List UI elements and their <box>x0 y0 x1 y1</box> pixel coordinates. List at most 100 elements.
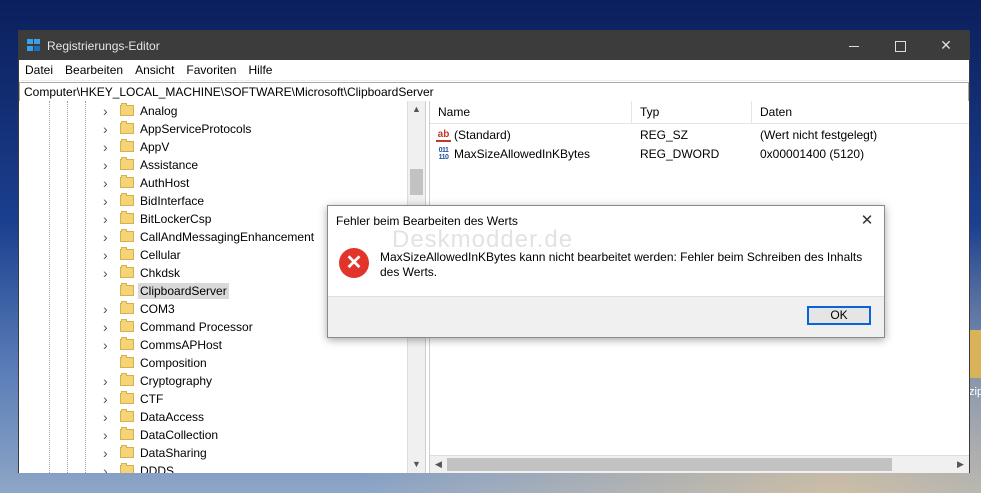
folder-icon <box>120 409 134 422</box>
list-horizontal-scrollbar[interactable]: ◀ ▶ <box>430 455 969 473</box>
folder-icon <box>120 139 134 152</box>
value-data: (Wert nicht festgelegt) <box>760 128 878 142</box>
tree-item[interactable]: › Cryptography <box>19 372 425 390</box>
menu-datei[interactable]: Datei <box>19 60 59 80</box>
tree-item[interactable]: › DataSharing <box>19 444 425 462</box>
folder-icon <box>120 283 134 296</box>
chevron-right-icon[interactable]: › <box>103 158 115 172</box>
registry-editor-icon <box>27 39 41 52</box>
folder-icon <box>120 175 134 188</box>
desktop-file-label: zip <box>969 386 981 398</box>
folder-icon <box>120 463 134 473</box>
folder-icon <box>120 157 134 170</box>
list-header: Name Typ Daten <box>430 101 969 124</box>
chevron-right-icon[interactable]: › <box>103 446 115 460</box>
menu-favoriten[interactable]: Favoriten <box>180 60 242 80</box>
scroll-down-icon[interactable]: ▼ <box>408 456 425 473</box>
ok-button[interactable]: OK <box>807 306 871 325</box>
tree-item-label: COM3 <box>140 302 175 316</box>
scroll-thumb[interactable] <box>410 169 423 195</box>
chevron-right-icon[interactable]: › <box>103 410 115 424</box>
chevron-right-icon[interactable]: › <box>103 194 115 208</box>
chevron-right-icon[interactable]: › <box>103 266 115 280</box>
chevron-right-icon[interactable]: › <box>103 302 115 316</box>
address-bar[interactable]: Computer\HKEY_LOCAL_MACHINE\SOFTWARE\Mic… <box>19 82 969 102</box>
string-value-icon: ab <box>436 129 451 142</box>
value-type: REG_SZ <box>640 128 689 142</box>
tree-item[interactable]: › Analog <box>19 102 425 120</box>
column-name-header[interactable]: Name <box>430 101 632 123</box>
column-data-header[interactable]: Daten <box>752 101 969 123</box>
tree-item-label: Analog <box>140 104 178 118</box>
tree-item-label: DDDS <box>140 464 175 473</box>
tree-item-label: ClipboardServer <box>138 283 229 299</box>
scroll-left-icon[interactable]: ◀ <box>430 456 447 473</box>
folder-icon <box>120 355 134 368</box>
chevron-right-icon[interactable]: › <box>103 122 115 136</box>
error-message: MaxSizeAllowedInKBytes kann nicht bearbe… <box>380 250 863 279</box>
menu-hilfe[interactable]: Hilfe <box>242 60 278 80</box>
column-type-header[interactable]: Typ <box>632 101 752 123</box>
tree-item[interactable]: › AppServiceProtocols <box>19 120 425 138</box>
folder-icon <box>120 319 134 332</box>
tree-item[interactable]: › AuthHost <box>19 174 425 192</box>
desktop-file-icon[interactable] <box>970 330 981 378</box>
tree-item-label: DataSharing <box>140 446 207 460</box>
error-icon: ✕ <box>339 248 369 278</box>
tree-item-label: BidInterface <box>140 194 205 208</box>
chevron-right-icon[interactable]: › <box>103 374 115 388</box>
tree-item[interactable]: › CTF <box>19 390 425 408</box>
chevron-right-icon[interactable]: › <box>103 392 115 406</box>
tree-item-label: CallAndMessagingEnhancement <box>140 230 315 244</box>
folder-icon <box>120 229 134 242</box>
scroll-right-icon[interactable]: ▶ <box>952 456 969 473</box>
chevron-right-icon[interactable]: › <box>103 428 115 442</box>
folder-icon <box>120 301 134 314</box>
tree-item-label: Command Processor <box>140 320 253 334</box>
tree-item[interactable]: › DDDS <box>19 462 425 473</box>
dialog-close-button[interactable]: ✕ <box>850 206 884 235</box>
chevron-right-icon[interactable]: › <box>103 212 115 226</box>
chevron-right-icon[interactable]: › <box>103 320 115 334</box>
tree-item-label: CommsAPHost <box>140 338 223 352</box>
menu-ansicht[interactable]: Ansicht <box>129 60 180 80</box>
tree-item[interactable]: › DataCollection <box>19 426 425 444</box>
value-name: (Standard) <box>454 128 511 142</box>
close-button[interactable]: ✕ <box>923 31 969 60</box>
error-dialog: Fehler beim Bearbeiten des Werts ✕ Deskm… <box>327 205 885 338</box>
chevron-right-icon[interactable]: › <box>103 230 115 244</box>
folder-icon <box>120 193 134 206</box>
minimize-icon <box>849 45 859 47</box>
minimize-button[interactable] <box>831 31 877 60</box>
dialog-body: Deskmodder.de ✕ MaxSizeAllowedInKBytes k… <box>328 226 884 296</box>
chevron-right-icon[interactable]: › <box>103 176 115 190</box>
tree-item-label: BitLockerCsp <box>140 212 212 226</box>
folder-icon <box>120 337 134 350</box>
scroll-thumb[interactable] <box>447 458 892 471</box>
tree-item-label: AuthHost <box>140 176 190 190</box>
tree-item[interactable]: › Assistance <box>19 156 425 174</box>
folder-icon <box>120 211 134 224</box>
tree-item-label: Cryptography <box>140 374 213 388</box>
tree-item-label: CTF <box>140 392 164 406</box>
maximize-button[interactable] <box>877 31 923 60</box>
chevron-right-icon[interactable]: › <box>103 140 115 154</box>
tree-item[interactable]: › CommsAPHost <box>19 336 425 354</box>
menu-bar: Datei Bearbeiten Ansicht Favoriten Hilfe <box>19 60 969 81</box>
menu-bearbeiten[interactable]: Bearbeiten <box>59 60 129 80</box>
folder-icon <box>120 265 134 278</box>
chevron-right-icon[interactable]: › <box>103 104 115 118</box>
value-data: 0x00001400 (5120) <box>760 147 865 161</box>
tree-item[interactable]: › AppV <box>19 138 425 156</box>
chevron-right-icon[interactable]: › <box>103 338 115 352</box>
chevron-right-icon[interactable]: › <box>103 464 115 473</box>
scroll-up-icon[interactable]: ▲ <box>408 101 425 118</box>
chevron-right-icon[interactable]: › <box>103 248 115 262</box>
title-bar[interactable]: Registrierungs-Editor ✕ <box>19 31 969 60</box>
tree-item[interactable]: Composition <box>19 354 425 372</box>
tree-item-label: Chkdsk <box>140 266 181 280</box>
window-title: Registrierungs-Editor <box>47 39 160 53</box>
value-row[interactable]: ab (Standard) REG_SZ (Wert nicht festgel… <box>430 126 969 145</box>
tree-item[interactable]: › DataAccess <box>19 408 425 426</box>
value-row[interactable]: 011 110 MaxSizeAllowedInKBytes REG_DWORD… <box>430 145 969 164</box>
